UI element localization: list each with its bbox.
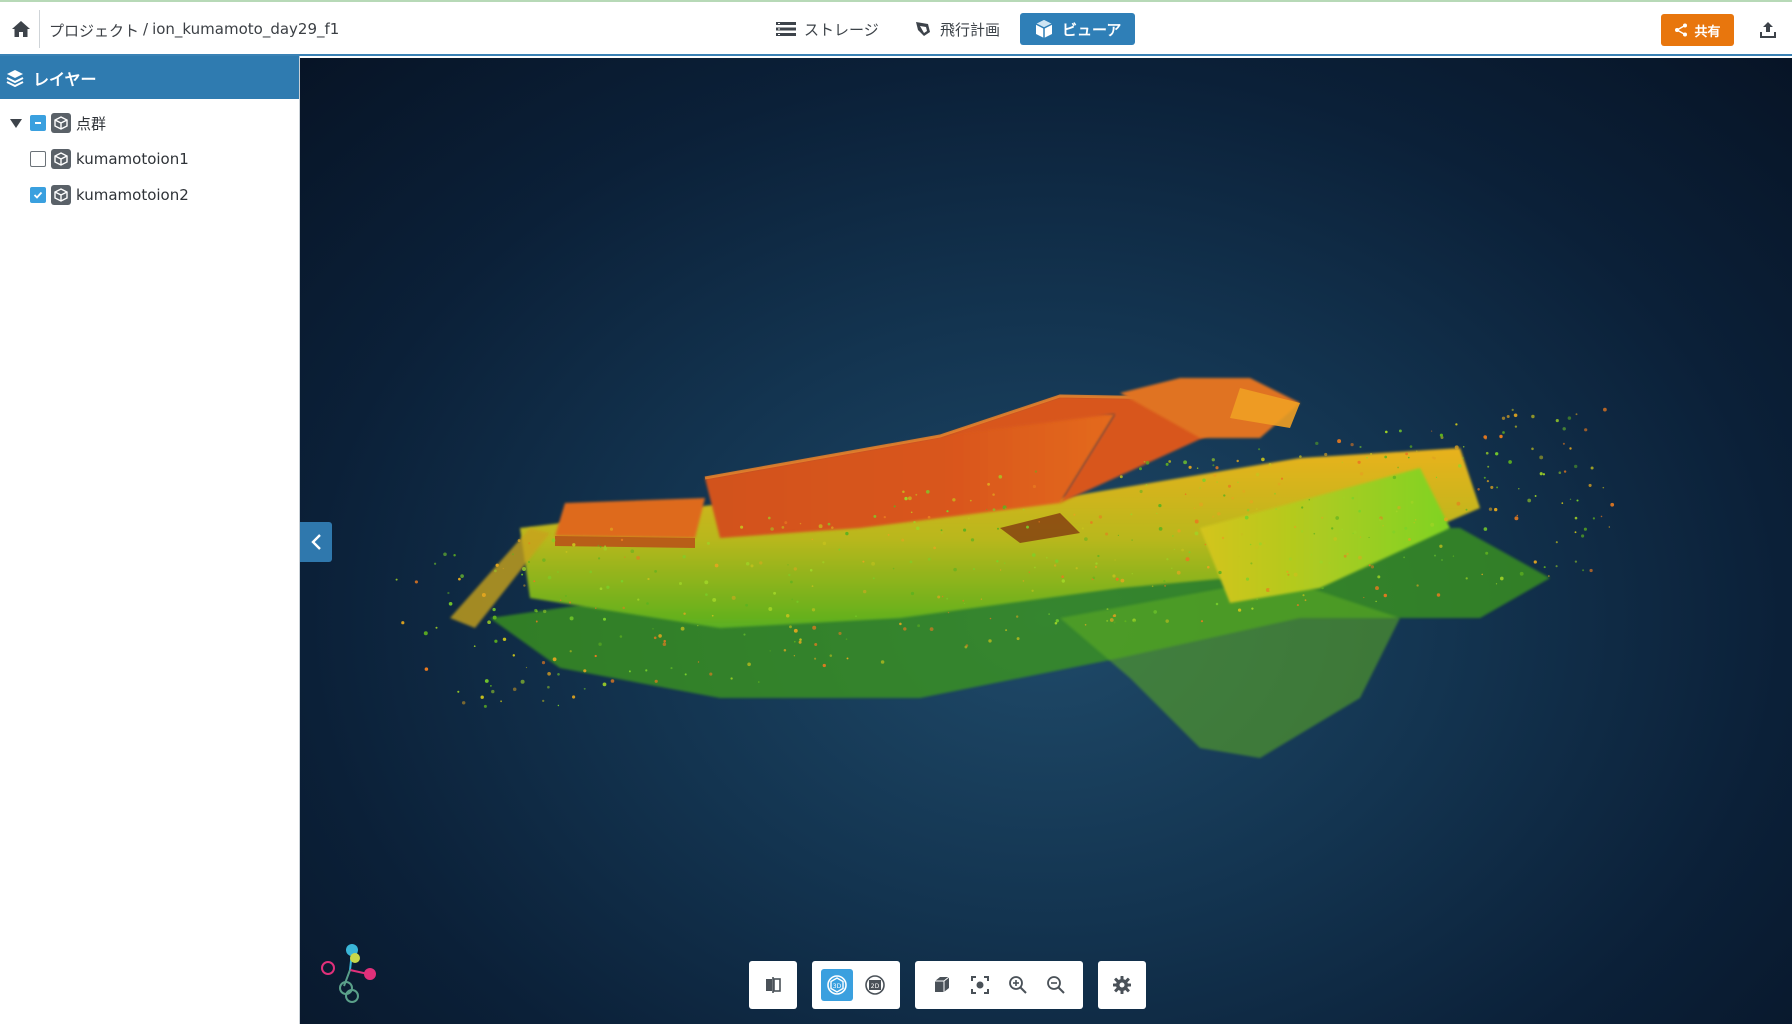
toolbar-settings-group xyxy=(1098,961,1146,1009)
layer-checkbox[interactable] xyxy=(30,151,46,167)
layer-group-pointcloud[interactable]: 点群 xyxy=(0,105,299,141)
zoom-in-icon xyxy=(1009,976,1027,994)
view-3d-button[interactable]: 3D xyxy=(821,969,853,1001)
layers-icon xyxy=(6,69,24,87)
layer-checkbox[interactable] xyxy=(30,187,46,203)
focus-button[interactable] xyxy=(964,969,996,1001)
axis-gizmo xyxy=(321,944,376,1003)
cube-icon xyxy=(1035,20,1053,38)
compare-button[interactable] xyxy=(757,969,789,1001)
upload-icon xyxy=(1760,22,1776,38)
top-bar: プロジェクト / ion_kumamoto_day29_f1 ストレージ 飛行計… xyxy=(0,0,1792,56)
axis-y-icon xyxy=(350,953,360,963)
toolbar-camera-group xyxy=(915,961,1083,1009)
export-button[interactable] xyxy=(1756,17,1780,43)
layer-item-label: kumamotoion2 xyxy=(76,186,189,204)
app-window: プロジェクト / ion_kumamoto_day29_f1 ストレージ 飛行計… xyxy=(0,0,1792,1024)
svg-text:2D: 2D xyxy=(871,983,880,990)
svg-text:3D: 3D xyxy=(833,983,842,990)
pointcloud-icon xyxy=(51,185,71,205)
check-icon xyxy=(33,191,43,199)
settings-button[interactable] xyxy=(1106,969,1138,1001)
view-3d-icon: 3D xyxy=(827,975,847,995)
compare-icon xyxy=(766,977,781,993)
share-button[interactable]: 共有 xyxy=(1661,14,1734,46)
axis-x-icon xyxy=(364,968,376,980)
chevron-left-icon xyxy=(311,534,321,550)
tab-storage[interactable]: ストレージ xyxy=(762,13,893,45)
zoom-out-button[interactable] xyxy=(1040,969,1072,1001)
layer-item-kumamotoion2[interactable]: kumamotoion2 xyxy=(0,177,299,213)
tab-viewer[interactable]: ビューア xyxy=(1020,13,1136,45)
breadcrumb-dataset: ion_kumamoto_day29_f1 xyxy=(152,20,340,38)
view-2d-button[interactable]: 2D xyxy=(859,969,891,1001)
collapse-sidebar-button[interactable] xyxy=(300,522,332,562)
3d-viewport[interactable]: 3D 2D xyxy=(300,58,1792,1024)
breadcrumb-separator: / xyxy=(143,20,149,38)
expand-caret-icon[interactable] xyxy=(8,115,24,131)
breadcrumb-project[interactable]: プロジェクト xyxy=(49,20,139,40)
layer-item-kumamotoion1[interactable]: kumamotoion1 xyxy=(0,141,299,177)
minus-icon xyxy=(35,122,41,124)
box-view-button[interactable] xyxy=(926,969,958,1001)
share-icon xyxy=(1675,23,1688,37)
layer-panel-title: レイヤー xyxy=(33,69,97,89)
pointcloud-icon xyxy=(51,113,71,133)
layer-group-checkbox[interactable] xyxy=(30,115,46,131)
breadcrumb: プロジェクト / ion_kumamoto_day29_f1 xyxy=(49,20,339,40)
toolbar-compare-group xyxy=(749,961,797,1009)
toolbar-view-mode-group: 3D 2D xyxy=(812,961,900,1009)
focus-icon xyxy=(971,976,989,994)
settings-icon xyxy=(1113,976,1131,994)
drone-icon xyxy=(916,22,930,36)
box-view-icon xyxy=(935,976,950,992)
tab-flight-plan-label: 飛行計画 xyxy=(940,20,1001,39)
layer-group-label: 点群 xyxy=(76,114,107,133)
home-button[interactable] xyxy=(8,16,34,42)
zoom-out-icon xyxy=(1047,976,1065,994)
tab-flight-plan[interactable]: 飛行計画 xyxy=(900,13,1014,45)
layer-panel: レイヤー 点群 kumamotoion1 kumamotoion2 xyxy=(0,56,300,1024)
point-cloud-render[interactable] xyxy=(300,58,1792,1024)
layer-item-label: kumamotoion1 xyxy=(76,150,189,168)
share-label: 共有 xyxy=(1694,24,1721,40)
divider xyxy=(39,10,40,48)
zoom-in-button[interactable] xyxy=(1002,969,1034,1001)
list-icon xyxy=(776,22,796,36)
tab-viewer-label: ビューア xyxy=(1062,20,1122,39)
pointcloud-icon xyxy=(51,149,71,169)
home-icon xyxy=(12,21,30,37)
view-2d-icon: 2D xyxy=(865,975,885,995)
layer-panel-header: レイヤー xyxy=(0,56,299,99)
tab-storage-label: ストレージ xyxy=(804,20,879,39)
